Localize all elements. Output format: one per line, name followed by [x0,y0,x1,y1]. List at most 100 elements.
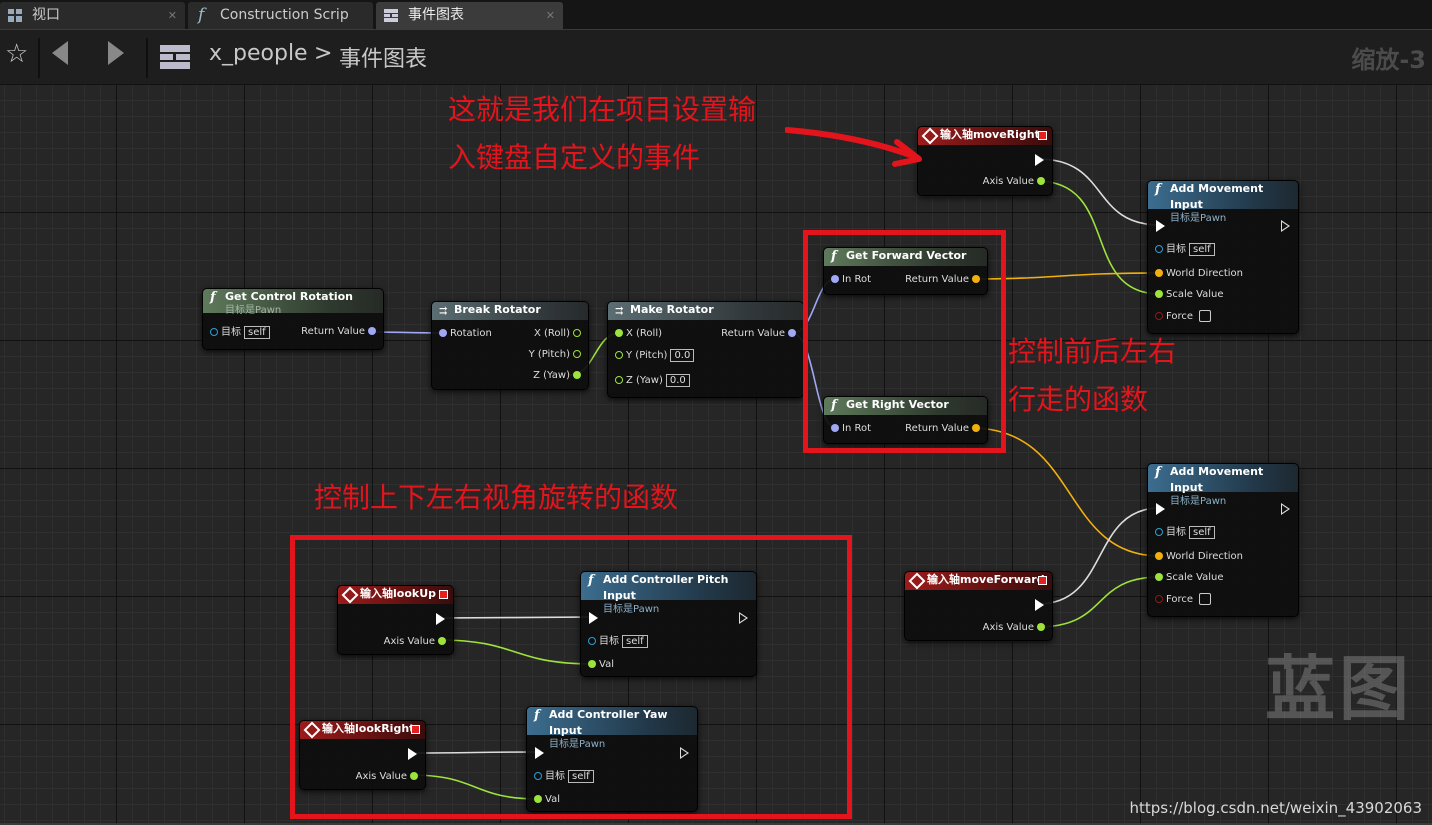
node-add-movement-input-1[interactable]: f Add Movement Input 目标是Pawn 目标 self Worl… [1147,180,1299,334]
pin-x-roll[interactable]: X (Roll) [534,328,584,340]
break-struct-icon: ⇉ [439,306,448,317]
node-input-axis-move-forward[interactable]: 输入轴moveForward Axis Value [904,571,1053,641]
float-pin-icon [615,376,623,384]
float-pin-icon [573,329,581,337]
pin-exec-in[interactable] [1156,220,1165,233]
pin-world-direction[interactable]: World Direction [1152,551,1243,563]
self-box[interactable]: self [244,326,270,339]
node-add-movement-input-2[interactable]: f Add Movement Input 目标是Pawn 目标 self Worl… [1147,463,1299,617]
float-pin-icon [573,371,581,379]
rotator-pin-icon [439,329,447,337]
pin-force[interactable]: Force [1152,310,1212,323]
pin-scale-value[interactable]: Scale Value [1152,572,1224,584]
pin-label: Y (Pitch) [528,349,570,360]
wire-exec-mr [1037,158,1161,226]
yaw-value-field[interactable]: 0.0 [665,374,690,387]
object-pin-icon [1155,245,1163,253]
force-checkbox[interactable] [1199,593,1212,605]
tab-viewport[interactable]: 视口 ✕ [0,2,185,29]
pin-label: Scale Value [1166,572,1224,583]
pin-z-yaw[interactable]: Z (Yaw) 0.0 [612,374,690,387]
node-header: 输入轴moveRight [918,127,1052,145]
pin-exec-out[interactable] [1035,599,1044,612]
pin-x-roll[interactable]: X (Roll) [612,328,662,340]
self-box[interactable]: self [1189,526,1215,539]
pin-target[interactable]: 目标 self [207,326,270,339]
pin-axis-value[interactable]: Axis Value [983,622,1048,634]
node-header: ⇉ Break Rotator [432,302,588,320]
function-icon: f [1155,182,1161,197]
annotation-event-line1: 这就是我们在项目设置输 [448,93,757,126]
node-title: Get Control Rotation [225,290,354,303]
pitch-value-field[interactable]: 0.0 [670,349,695,362]
vector-pin-icon [1155,552,1163,560]
watermark: 蓝图 [1265,648,1413,730]
function-icon: f [198,5,205,25]
tab-construction-script[interactable]: f Construction Scrip [188,2,373,29]
vector-pin-icon [1155,269,1163,277]
pin-z-yaw[interactable]: Z (Yaw) [533,370,584,382]
pin-label: World Direction [1166,551,1244,562]
pin-exec-in[interactable] [1156,503,1165,516]
event-graph-canvas[interactable]: f Get Control Rotation 目标是Pawn 目标 self Re… [0,84,1432,825]
pin-label: X (Roll) [533,328,570,339]
pin-rotation[interactable]: Rotation [436,328,492,340]
pin-label: Return Value [301,326,365,337]
pin-label: Scale Value [1166,289,1224,300]
node-title: Break Rotator [454,303,541,316]
node-title: Make Rotator [630,303,714,316]
star-icon[interactable]: ☆ [5,39,28,69]
viewport-grid-icon [8,9,22,22]
float-pin-icon [1155,573,1163,581]
annotation-move-line1: 控制前后左右 [1008,335,1177,368]
annotation-arrow-icon [785,127,922,167]
tab-label: 视口 [32,7,60,23]
float-pin-icon [1037,623,1045,631]
exec-pin-icon [1156,503,1165,515]
tab-event-graph[interactable]: 事件图表 ✕ [376,2,563,29]
close-icon[interactable]: ✕ [546,2,555,29]
pin-label: Y (Pitch) [626,350,668,361]
wire-exec-mf [1037,507,1161,605]
breadcrumb-blueprint[interactable]: x_people [209,41,308,66]
force-checkbox[interactable] [1199,310,1212,322]
self-box[interactable]: self [1189,243,1215,256]
tab-label: 事件图表 [408,7,464,23]
pin-scale-value[interactable]: Scale Value [1152,289,1224,301]
bool-pin-icon [1155,312,1163,320]
pin-target[interactable]: 目标 self [1152,243,1215,256]
node-get-control-rotation[interactable]: f Get Control Rotation 目标是Pawn 目标 self Re… [202,288,384,350]
close-icon[interactable]: ✕ [168,2,177,29]
pin-y-pitch[interactable]: Y (Pitch) 0.0 [612,349,695,362]
forward-arrow-icon[interactable] [108,41,124,65]
pin-label: Force [1166,594,1194,605]
pin-force[interactable]: Force [1152,593,1212,606]
pin-exec-out[interactable] [1281,220,1290,233]
annotation-move-line2: 行走的函数 [1008,383,1149,416]
pin-world-direction[interactable]: World Direction [1152,268,1243,280]
pin-return-value[interactable]: Return Value [301,326,379,338]
pin-return-value[interactable]: Return Value [721,328,799,340]
node-header: f Add Movement Input 目标是Pawn [1148,181,1298,224]
back-arrow-icon[interactable] [52,41,68,65]
blueprint-graph-icon [160,45,190,69]
node-input-axis-move-right[interactable]: 输入轴moveRight Axis Value [917,126,1053,196]
pin-label: Return Value [721,328,785,339]
pin-y-pitch[interactable]: Y (Pitch) [529,349,584,361]
pin-target[interactable]: 目标 self [1152,526,1215,539]
pin-label: 目标 [1166,527,1186,538]
object-pin-icon [1155,528,1163,536]
pin-label: Rotation [450,328,492,339]
pin-exec-out[interactable] [1035,154,1044,167]
tab-label: Construction Scrip [220,7,349,23]
annotation-event-line2: 入键盘自定义的事件 [448,141,701,174]
node-title: Add Movement Input [1170,182,1264,211]
node-title: 输入轴moveRight [940,128,1040,141]
node-break-rotator[interactable]: ⇉ Break Rotator Rotation X (Roll) Y (Pit… [431,301,589,390]
exec-pin-icon [1281,503,1290,515]
pin-exec-out[interactable] [1281,503,1290,516]
node-make-rotator[interactable]: ⇉ Make Rotator X (Roll) Y (Pitch) 0.0 Z (… [607,301,804,398]
pin-label: Z (Yaw) [533,370,570,381]
pin-axis-value[interactable]: Axis Value [983,176,1048,188]
pin-label: Force [1166,311,1194,322]
